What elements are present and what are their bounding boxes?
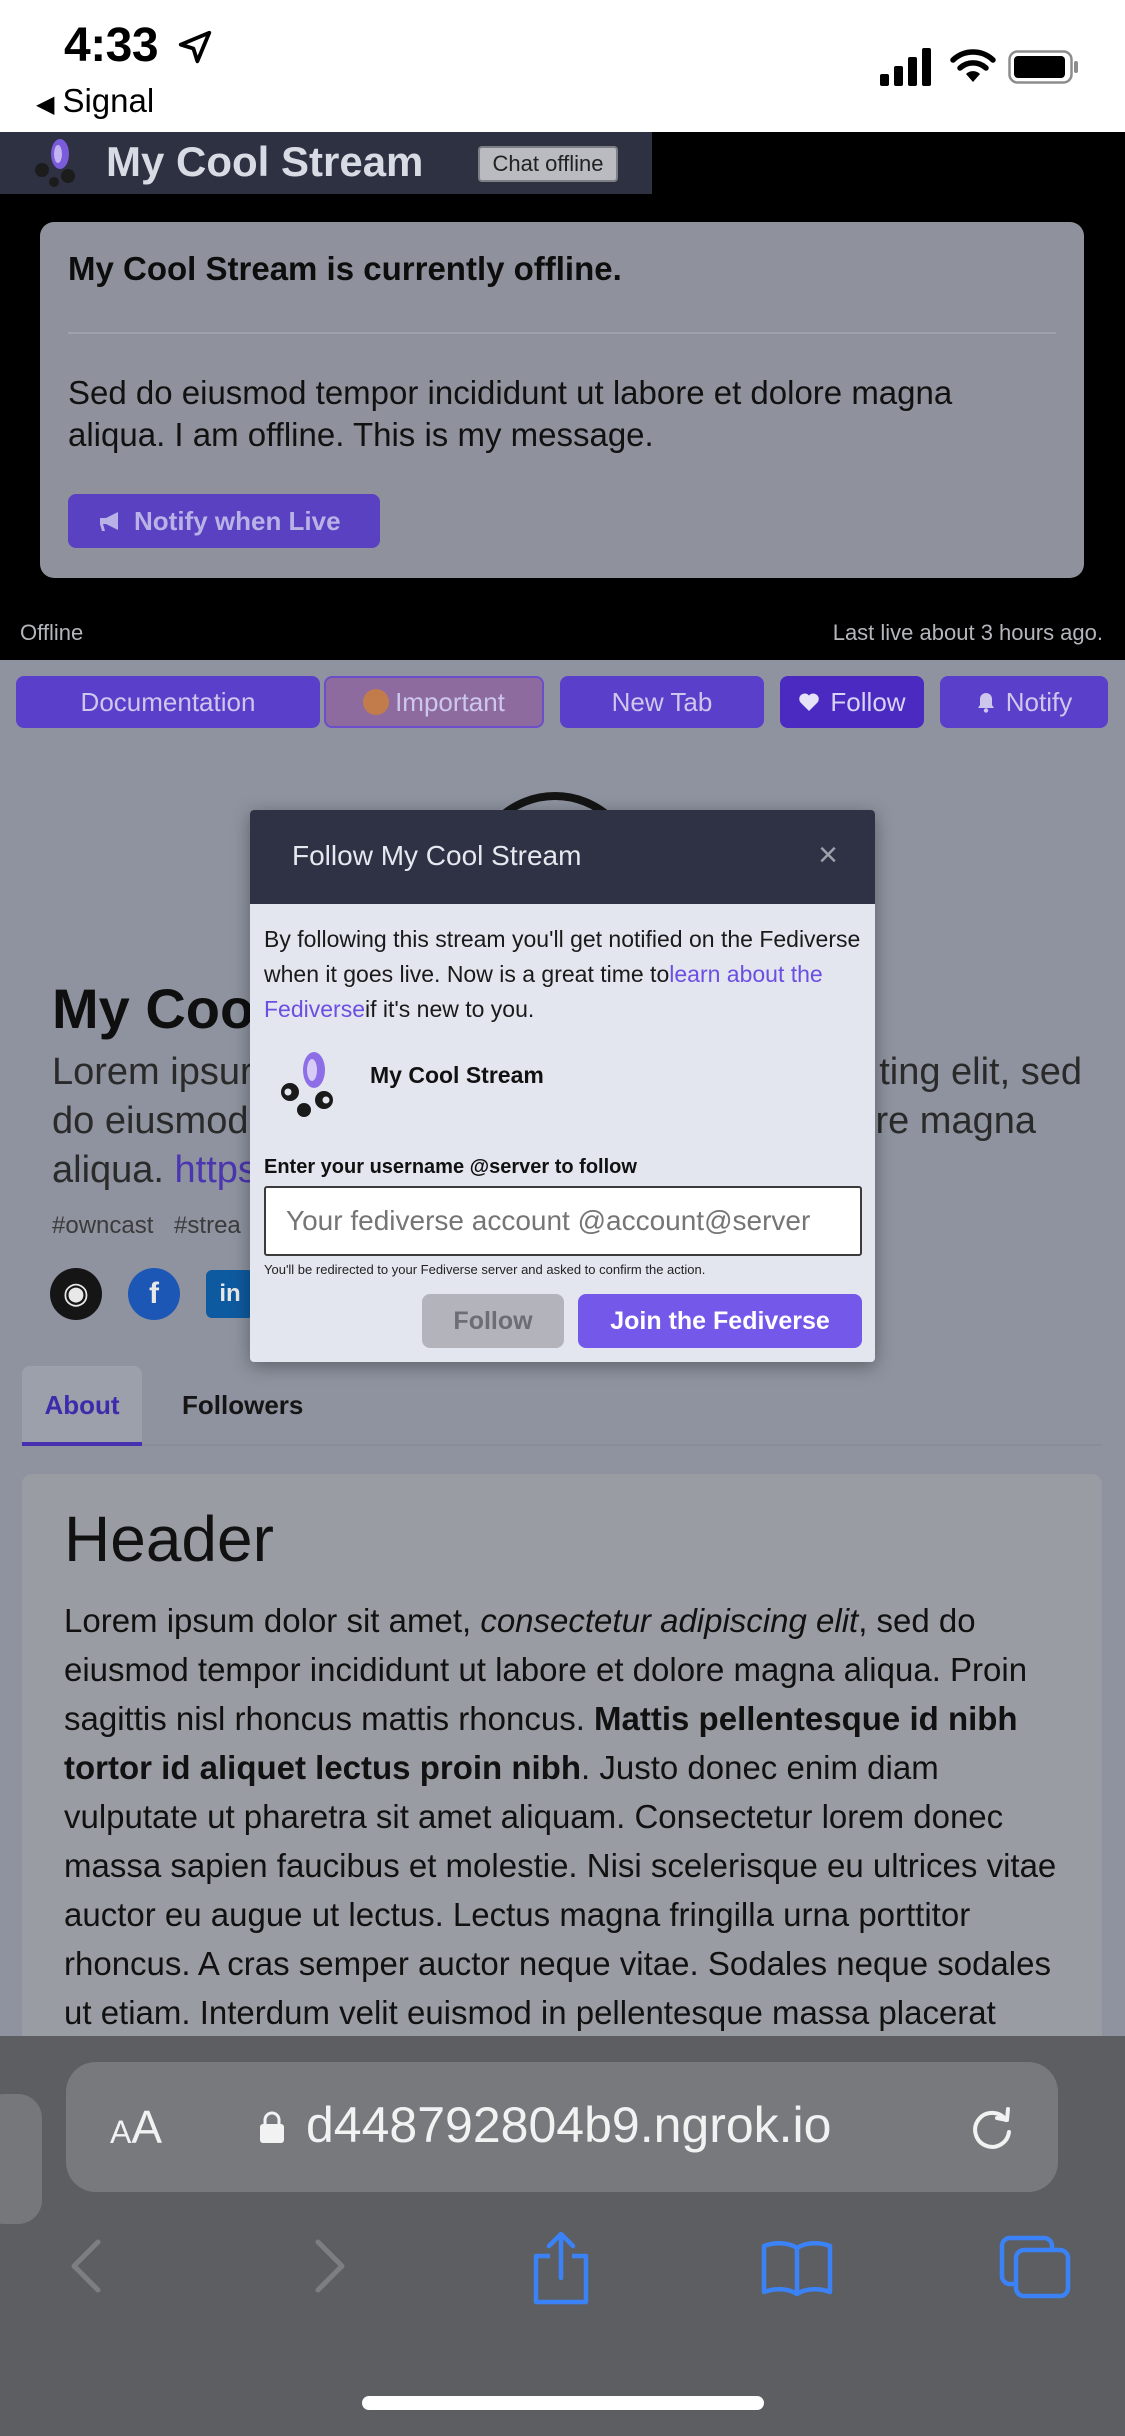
- last-live-time: Last live about 3 hours ago.: [832, 620, 1103, 645]
- browser-toolbar: AA d448792804b9.ngrok.io: [0, 2036, 1125, 2436]
- modal-description: By following this stream you'll get noti…: [264, 922, 864, 1027]
- bio-line-2-left: do eiusmod: [52, 1100, 249, 1142]
- modal-follow-button[interactable]: Follow: [422, 1294, 564, 1348]
- bookmarks-icon[interactable]: [760, 2238, 834, 2298]
- documentation-label: Documentation: [80, 687, 256, 717]
- video-area: My Cool Stream is currently offline. Sed…: [0, 194, 1125, 660]
- about-content: Header Lorem ipsum dolor sit amet, conse…: [22, 1474, 1102, 2074]
- new-tab-button[interactable]: New Tab: [560, 676, 764, 728]
- share-icon[interactable]: [530, 2230, 592, 2306]
- close-icon[interactable]: ×: [810, 838, 846, 874]
- chat-status-button[interactable]: Chat offline: [478, 146, 618, 182]
- username-label: Enter your username @server to follow: [264, 1156, 637, 1178]
- notify-button[interactable]: Notify: [940, 676, 1108, 728]
- offline-banner: My Cool Stream is currently offline. Sed…: [40, 222, 1084, 578]
- location-arrow-icon: [178, 30, 212, 64]
- redirect-note: You'll be redirected to your Fediverse s…: [264, 1262, 706, 1277]
- battery-icon: [1008, 50, 1078, 84]
- content-emphasis: consectetur adipiscing elit: [480, 1602, 859, 1639]
- profile-name: My Coo: [52, 977, 255, 1040]
- cellular-signal-icon: [880, 48, 931, 86]
- github-icon[interactable]: ◉: [50, 1268, 102, 1320]
- avatar-emoji-icon: [363, 689, 390, 716]
- tabs-icon[interactable]: [998, 2234, 1072, 2300]
- new-tab-label: New Tab: [611, 687, 713, 717]
- bio-link[interactable]: https: [175, 1149, 257, 1191]
- forward-icon[interactable]: [310, 2236, 350, 2296]
- bell-icon: [977, 693, 994, 713]
- documentation-button[interactable]: Documentation: [16, 676, 320, 728]
- megaphone-icon: [100, 512, 118, 531]
- text-size-button[interactable]: AA: [110, 2100, 162, 2154]
- profile-tags: #owncast #strea: [52, 1212, 241, 1239]
- aa-small: A: [110, 2114, 132, 2150]
- offline-message: Sed do eiusmod tempor incididunt ut labo…: [68, 374, 953, 453]
- reload-icon[interactable]: [966, 2102, 1018, 2154]
- content-text: . Justo donec enim diam vulputate ut pha…: [64, 1749, 1057, 2031]
- stream-title: My Cool Stream: [106, 138, 424, 185]
- bio-line-3: aliqua.: [52, 1149, 164, 1191]
- lock-icon: [260, 2111, 284, 2143]
- notify-when-live-button[interactable]: Notify when Live: [68, 494, 380, 548]
- content-text: Lorem ipsum dolor sit amet,: [64, 1602, 481, 1639]
- bio-line-1-left: Lorem ipsur: [52, 1051, 253, 1093]
- tab-followers[interactable]: Followers: [182, 1366, 303, 1446]
- back-to-app-link[interactable]: ◀ Signal: [36, 82, 154, 120]
- header-bar: My Cool Stream Chat offline: [0, 132, 652, 194]
- url-text: d448792804b9.ngrok.io: [306, 2097, 832, 2153]
- owncast-logo-icon: [281, 1052, 333, 1117]
- bio-line-1-right: ting elit, sed: [879, 1051, 1082, 1093]
- notify-when-live-label: Notify when Live: [134, 506, 341, 536]
- important-label: Important: [395, 687, 505, 717]
- heart-icon: [799, 693, 820, 712]
- tab-about[interactable]: About: [22, 1366, 142, 1446]
- back-app-label: Signal: [62, 82, 155, 119]
- offline-title: My Cool Stream is currently offline.: [68, 250, 622, 287]
- fediverse-account-input[interactable]: [264, 1186, 862, 1256]
- modal-title: Follow My Cool Stream: [292, 840, 582, 871]
- facebook-icon[interactable]: f: [128, 1268, 180, 1320]
- modal-text: if it's new to you.: [364, 996, 535, 1022]
- back-icon[interactable]: [66, 2236, 106, 2296]
- status-bar: 4:33 ◀ Signal: [0, 0, 1125, 132]
- owncast-logo-icon: [35, 139, 75, 187]
- follow-modal: Follow My Cool Stream × By following thi…: [250, 810, 875, 1362]
- content-header: Header: [64, 1503, 274, 1575]
- home-indicator[interactable]: [362, 2396, 764, 2410]
- action-buttons: Documentation Important New Tab Follow N…: [0, 660, 1125, 750]
- profile-tabs: About Followers: [22, 1366, 1102, 1446]
- wifi-icon: [950, 49, 996, 82]
- aa-large: A: [131, 2101, 163, 2153]
- status-time: 4:33: [64, 19, 159, 72]
- offline-divider: [68, 332, 1056, 334]
- address-bar[interactable]: AA d448792804b9.ngrok.io: [66, 2062, 1058, 2192]
- important-button[interactable]: Important: [324, 676, 544, 728]
- modal-header: Follow My Cool Stream ×: [250, 810, 875, 904]
- site-header: My Cool Stream Chat offline: [0, 132, 1125, 194]
- follow-button[interactable]: Follow: [780, 676, 924, 728]
- content-body: Lorem ipsum dolor sit amet, consectetur …: [64, 1596, 1074, 2037]
- bio-line-2-right: re magna: [875, 1100, 1036, 1142]
- previous-tab-edge[interactable]: [0, 2094, 42, 2224]
- follow-label: Follow: [830, 687, 906, 717]
- linkedin-icon[interactable]: in: [206, 1270, 254, 1318]
- modal-account-name: My Cool Stream: [370, 1062, 544, 1088]
- join-fediverse-button[interactable]: Join the Fediverse: [578, 1294, 862, 1348]
- status-offline: Offline: [20, 620, 84, 645]
- notify-label: Notify: [1005, 687, 1073, 717]
